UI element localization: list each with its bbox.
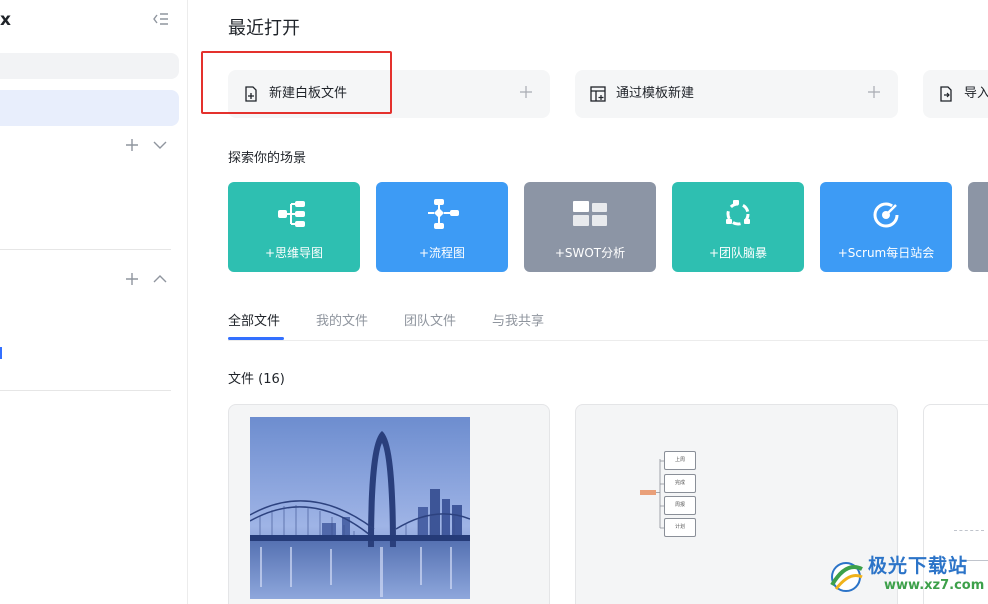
tab-shared-with-me[interactable]: 与我共享 (492, 310, 544, 329)
chevron-up-icon[interactable] (151, 270, 169, 288)
file-thumbnail-bridge-photo (250, 417, 470, 599)
watermark-url: www.xz7.com (884, 578, 985, 593)
file-card[interactable] (228, 404, 550, 604)
scene-scrum-button[interactable]: +Scrum每日站会 (820, 182, 952, 272)
import-button[interactable]: 导入 (923, 70, 988, 118)
template-new-button[interactable]: 通过模板新建 (575, 70, 898, 118)
scene-flowchart-button[interactable]: +流程图 (376, 182, 508, 272)
tabs-divider (228, 340, 988, 341)
plus-icon (518, 84, 534, 100)
recent-title: 最近打开 (228, 18, 300, 39)
scene-more-button[interactable] (968, 182, 988, 272)
chevron-down-icon[interactable] (151, 136, 169, 154)
files-count: 文件 (16) (228, 372, 285, 387)
scene-mindmap-button[interactable]: +思维导图 (228, 182, 360, 272)
sidebar-divider (0, 249, 171, 250)
scene-label: +思维导图 (264, 246, 324, 260)
plus-icon (866, 84, 882, 100)
annotation-highlight-box (201, 51, 392, 114)
tab-all-files[interactable]: 全部文件 (228, 310, 280, 329)
plus-icon[interactable] (123, 270, 141, 288)
mindmap-node: 周报 (664, 496, 696, 515)
collapse-sidebar-icon[interactable] (152, 10, 170, 28)
sidebar: x ) (0, 0, 188, 604)
mindmap-node: 计划 (664, 518, 696, 537)
watermark-logo: 极光下载站 www.xz7.com (826, 551, 984, 599)
scene-label: +Scrum每日站会 (837, 246, 935, 260)
app-name: x (0, 10, 11, 30)
import-label: 导入 (964, 86, 988, 101)
main-content: 最近打开 新建白板文件 通过模板新建 导入 探索你的场景 +思维导图 +流程图 … (188, 0, 988, 604)
plus-icon[interactable] (123, 136, 141, 154)
swot-icon (568, 197, 612, 231)
mindmap-icon (272, 197, 316, 231)
file-thumbnail-line (954, 530, 984, 531)
brainstorm-icon (716, 197, 760, 231)
tab-my-files[interactable]: 我的文件 (316, 310, 368, 329)
mindmap-node: 完成 (664, 474, 696, 493)
scene-label: +SWOT分析 (554, 246, 626, 260)
scene-label: +团队脑暴 (708, 246, 768, 260)
scene-brainstorm-button[interactable]: +团队脑暴 (672, 182, 804, 272)
sidebar-item-active[interactable] (0, 90, 179, 126)
scene-swot-button[interactable]: +SWOT分析 (524, 182, 656, 272)
explore-title: 探索你的场景 (228, 151, 307, 166)
file-thumbnail-mindmap: 上周 完成 周报 计划 (640, 451, 700, 541)
mindmap-node: 上周 (664, 451, 696, 470)
sidebar-selected-marker (0, 347, 2, 359)
sidebar-divider (0, 390, 171, 391)
flowchart-icon (420, 197, 464, 231)
import-icon (937, 85, 955, 103)
template-new-label: 通过模板新建 (616, 86, 695, 101)
scrum-icon (864, 197, 908, 231)
tab-team-files[interactable]: 团队文件 (404, 310, 456, 329)
template-icon (589, 85, 607, 103)
watermark-brand: 极光下载站 (868, 555, 969, 577)
sidebar-search-input[interactable]: ) (0, 53, 179, 79)
scene-label: +流程图 (418, 246, 466, 260)
